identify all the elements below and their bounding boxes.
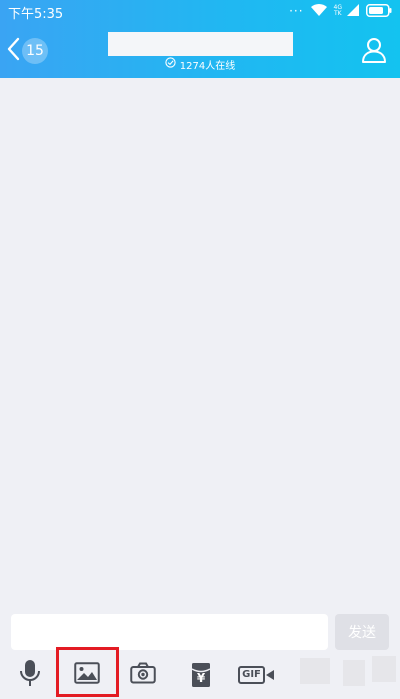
status-time: 下午5:35 [8, 7, 64, 22]
network-type-label: 4G TK [333, 4, 342, 17]
signal-icon [346, 2, 360, 21]
gif-button[interactable]: GIF [238, 650, 274, 699]
image-icon [74, 661, 100, 688]
gif-label: GIF [238, 665, 265, 684]
redacted-tool-icon[interactable] [372, 656, 396, 682]
header: 下午5:35 ··· 4G TK 15 1274人在线 [0, 0, 400, 78]
check-circle-icon [165, 57, 176, 71]
send-button[interactable]: 发送 [335, 614, 389, 650]
message-list[interactable] [0, 78, 400, 608]
wifi-icon [310, 2, 328, 21]
voice-button[interactable] [14, 650, 46, 699]
status-bar: 下午5:35 ··· 4G TK [0, 0, 400, 22]
gif-video-icon: GIF [238, 665, 274, 684]
red-envelope-icon: ¥ [191, 662, 211, 688]
chat-title-redacted [108, 32, 293, 56]
red-packet-button[interactable]: ¥ [186, 650, 216, 699]
yuan-symbol: ¥ [196, 670, 206, 685]
online-status: 1274人在线 [0, 57, 400, 72]
battery-icon [366, 2, 392, 21]
person-icon [360, 38, 388, 68]
microphone-icon [19, 658, 41, 692]
title-bar: 15 1274人在线 [0, 22, 400, 78]
redacted-tool-icon[interactable] [343, 660, 365, 686]
group-members-button[interactable] [360, 36, 388, 64]
photo-button[interactable] [67, 650, 107, 699]
input-row: 发送 [0, 608, 400, 650]
camera-button[interactable] [127, 650, 159, 699]
redacted-tool-icon[interactable] [300, 658, 330, 684]
camera-icon [130, 662, 156, 688]
online-count-text: 1274人在线 [179, 60, 236, 72]
message-input[interactable] [11, 614, 328, 650]
notification-dots: ··· [289, 4, 304, 18]
status-icons: ··· 4G TK [289, 3, 392, 19]
input-toolbar: ¥ GIF [0, 650, 400, 699]
